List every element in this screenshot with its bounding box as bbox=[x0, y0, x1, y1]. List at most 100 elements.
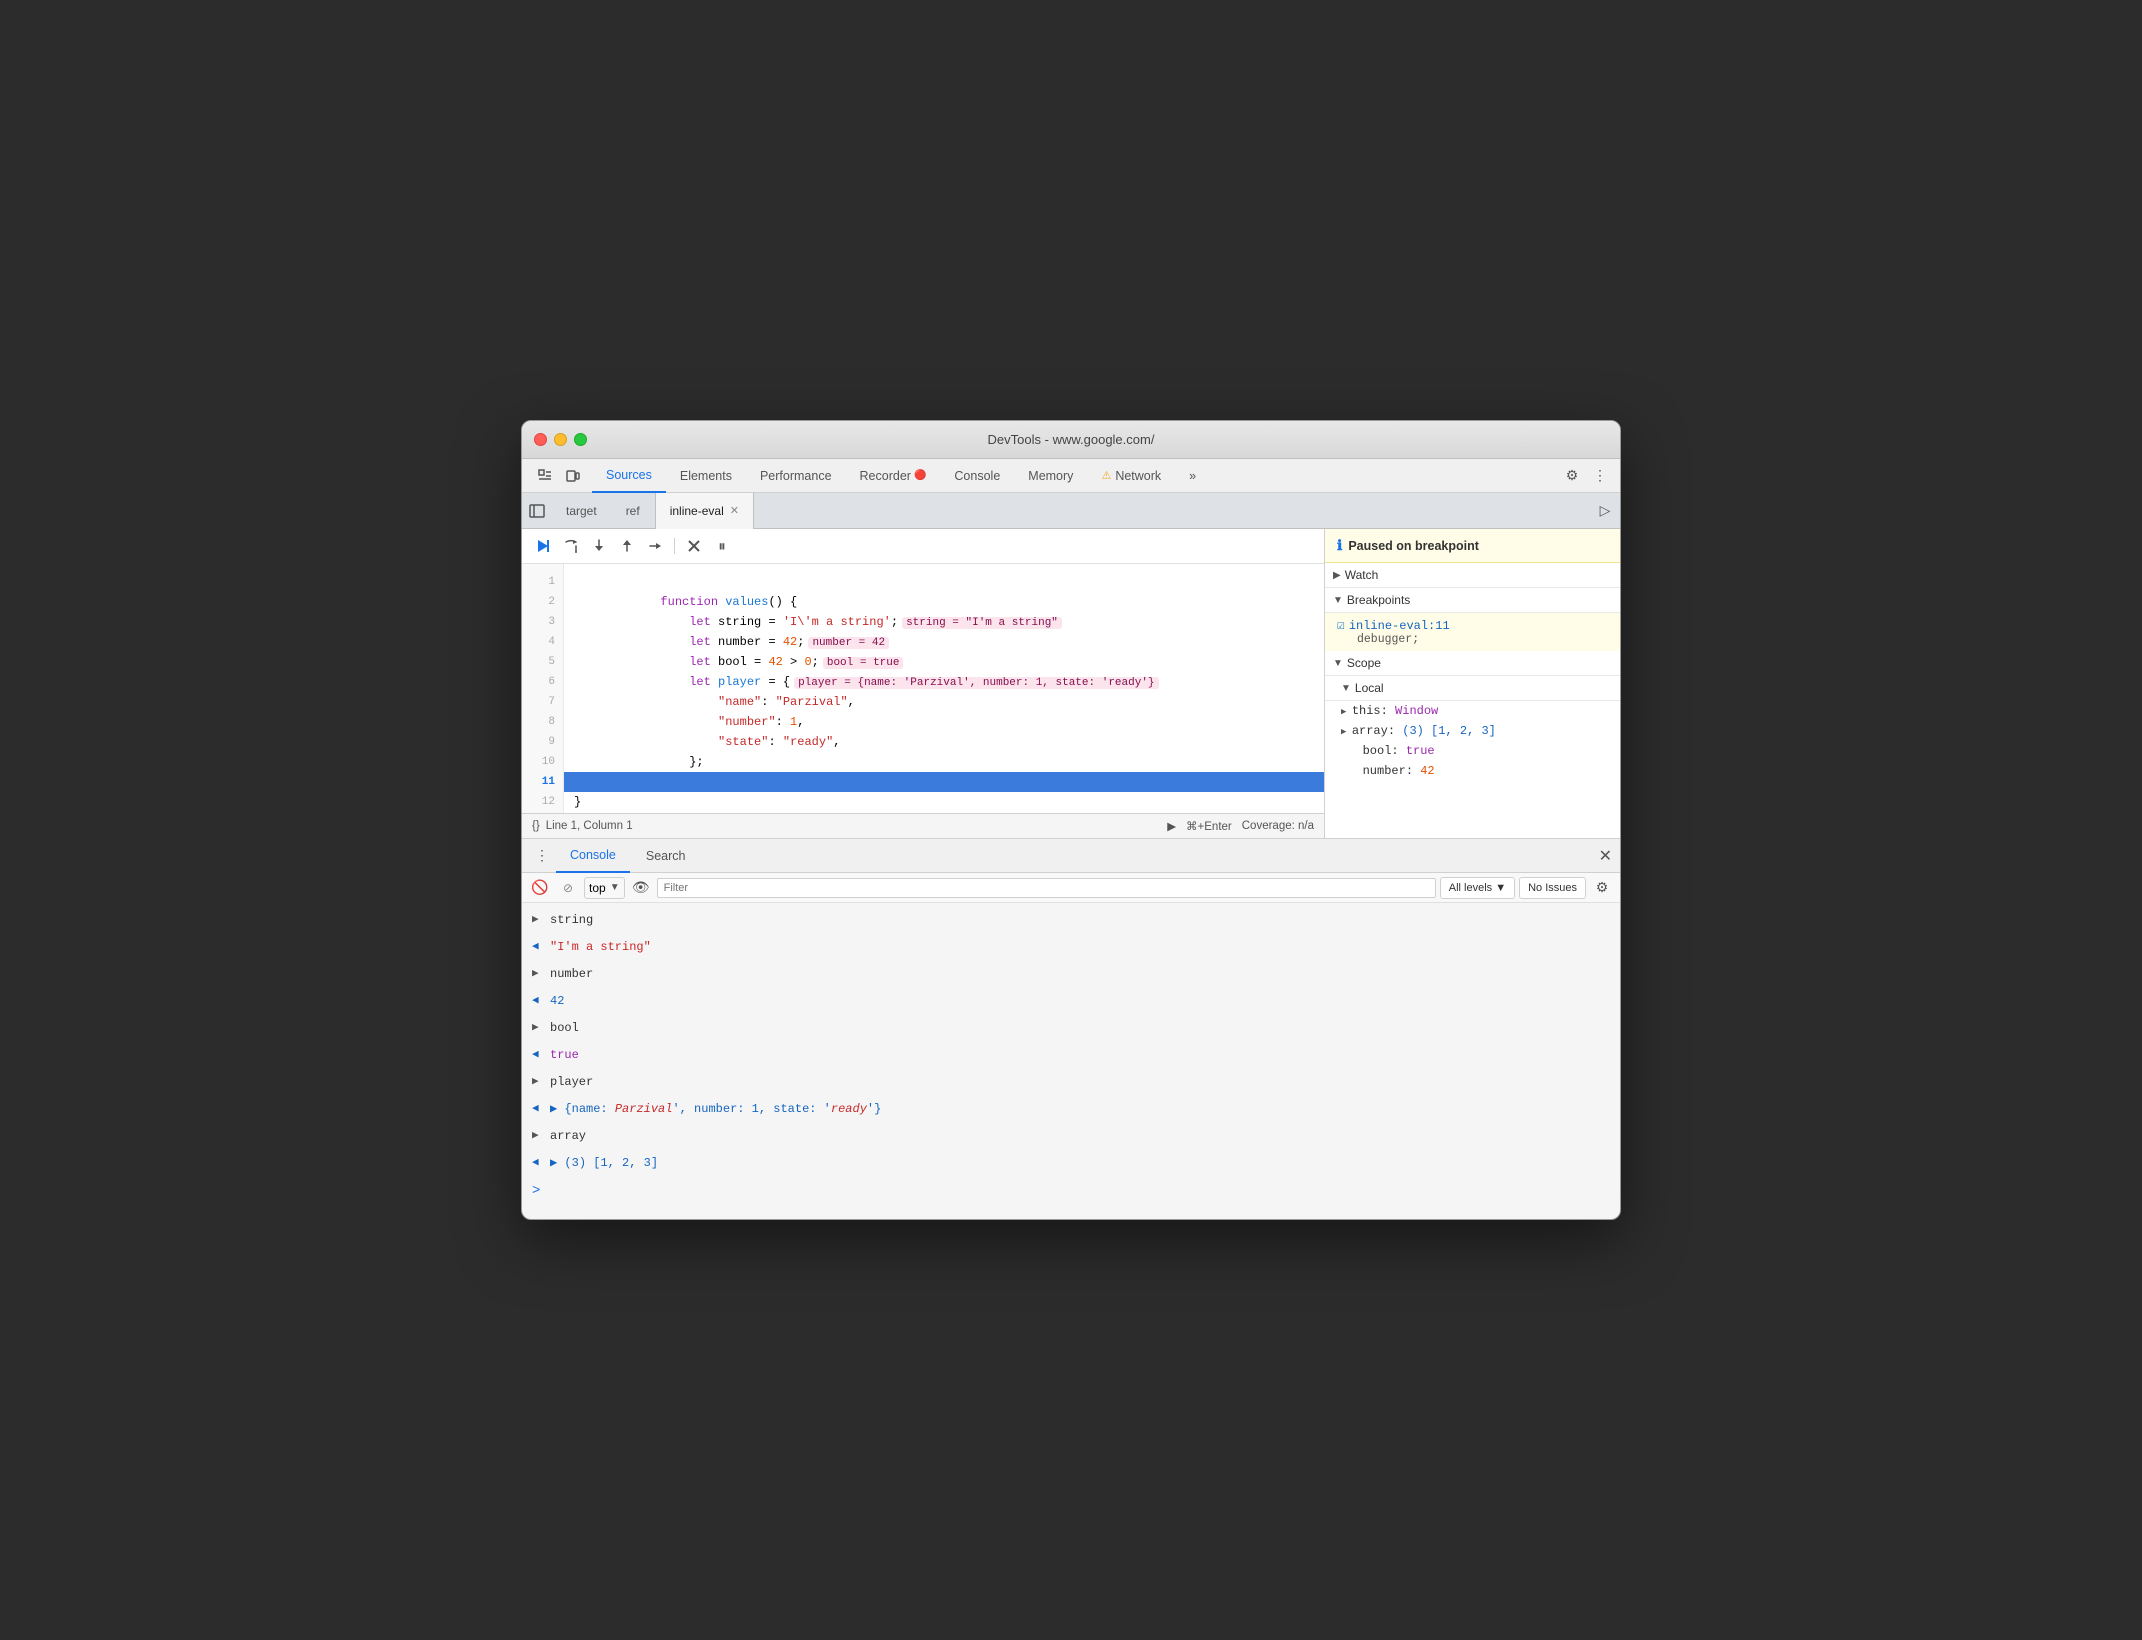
watch-section-header[interactable]: ▶ Watch bbox=[1325, 563, 1620, 588]
scope-label: Scope bbox=[1347, 656, 1381, 670]
breakpoints-section-header[interactable]: ▼ Breakpoints bbox=[1325, 588, 1620, 613]
step-over-button[interactable] bbox=[558, 533, 584, 559]
scope-arrow-icon: ▼ bbox=[1333, 658, 1343, 669]
scope-section-header[interactable]: ▼ Scope bbox=[1325, 651, 1620, 676]
no-issues-button[interactable]: No Issues bbox=[1519, 877, 1586, 899]
breakpoints-arrow-icon: ▼ bbox=[1333, 595, 1343, 606]
expand-player-icon[interactable]: ▶ bbox=[532, 1071, 544, 1093]
tab-recorder[interactable]: Recorder 🔴 bbox=[846, 459, 941, 493]
code-line-9: }; bbox=[564, 732, 1324, 752]
warn-icon: ⚠ bbox=[1101, 469, 1111, 482]
collapse-player-icon[interactable]: ◀ bbox=[532, 1098, 544, 1120]
tab-performance[interactable]: Performance bbox=[746, 459, 846, 493]
run-snippet-label: ▶ bbox=[1167, 819, 1176, 833]
main-content: ⏸ 1 2 3 4 5 6 7 8 9 10 11 12 13 14 bbox=[522, 529, 1620, 839]
tab-console[interactable]: Console bbox=[940, 459, 1014, 493]
minimize-button[interactable] bbox=[554, 433, 567, 446]
device-icon[interactable] bbox=[562, 465, 584, 487]
watch-arrow-icon: ▶ bbox=[1333, 570, 1341, 581]
expand-array-icon[interactable]: ▶ bbox=[532, 1125, 544, 1147]
scope-bool: bool: true bbox=[1325, 741, 1620, 761]
expand-string-icon[interactable]: ▶ bbox=[532, 909, 544, 931]
breakpoints-label: Breakpoints bbox=[1347, 593, 1410, 607]
code-line-5: let player = {player = {name: 'Parzival'… bbox=[564, 652, 1324, 672]
levels-arrow-icon: ▼ bbox=[1495, 882, 1506, 894]
source-tab-target[interactable]: target bbox=[552, 493, 612, 529]
context-label: top bbox=[589, 881, 606, 895]
run-shortcut: ⌘+Enter bbox=[1186, 819, 1232, 833]
tab-sources[interactable]: Sources bbox=[592, 459, 666, 493]
step-into-button[interactable] bbox=[586, 533, 612, 559]
array-expand-icon[interactable]: ▶ bbox=[1341, 727, 1352, 737]
console-entry-array-val: ◀ ▶ (3) [1, 2, 3] bbox=[522, 1150, 1620, 1177]
resume-button[interactable] bbox=[530, 533, 556, 559]
tab-more[interactable]: » bbox=[1175, 459, 1210, 493]
console-entry-bool-key: ▶ bool bbox=[522, 1015, 1620, 1042]
inspector-icon[interactable] bbox=[534, 465, 556, 487]
console-settings-icon[interactable]: ⚙ bbox=[1590, 876, 1614, 900]
console-toolbar: 🚫 ⊘ top ▼ 👁 All levels ▼ No Issues ⚙ bbox=[522, 873, 1620, 903]
toolbar-separator bbox=[674, 538, 675, 554]
collapse-string-icon[interactable]: ◀ bbox=[532, 936, 544, 958]
tab-memory[interactable]: Memory bbox=[1014, 459, 1087, 493]
source-tab-bar: target ref inline-eval ✕ ▷ bbox=[522, 493, 1620, 529]
cursor-position: Line 1, Column 1 bbox=[546, 820, 633, 832]
collapse-number-icon[interactable]: ◀ bbox=[532, 990, 544, 1012]
console-menu-icon[interactable]: ⋮ bbox=[530, 844, 554, 868]
line-numbers: 1 2 3 4 5 6 7 8 9 10 11 12 13 14 bbox=[522, 564, 564, 813]
scope-this: ▶ this: Window bbox=[1325, 701, 1620, 721]
step-button[interactable] bbox=[642, 533, 668, 559]
more-options-icon[interactable]: ⋮ bbox=[1588, 464, 1612, 488]
this-expand-icon[interactable]: ▶ bbox=[1341, 707, 1352, 717]
console-entry-bool-val: ◀ true bbox=[522, 1042, 1620, 1069]
add-tab-icon[interactable]: ▷ bbox=[1594, 500, 1616, 522]
console-tab-search[interactable]: Search bbox=[632, 839, 700, 873]
close-console-icon[interactable]: ✕ bbox=[1599, 846, 1612, 866]
close-button[interactable] bbox=[534, 433, 547, 446]
console-output: ▶ string ◀ "I'm a string" ▶ number ◀ 42 … bbox=[522, 903, 1620, 1219]
tab-network[interactable]: ⚠ Network bbox=[1087, 459, 1175, 493]
console-input-row: > bbox=[522, 1177, 1620, 1206]
traffic-lights bbox=[534, 433, 587, 446]
collapse-array-icon[interactable]: ◀ bbox=[532, 1152, 544, 1174]
local-label: Local bbox=[1355, 681, 1384, 695]
top-context-selector[interactable]: top ▼ bbox=[584, 877, 625, 899]
close-tab-icon[interactable]: ✕ bbox=[730, 504, 739, 517]
console-header: ⋮ Console Search ✕ bbox=[522, 839, 1620, 873]
source-tab-ref[interactable]: ref bbox=[612, 493, 655, 529]
step-out-button[interactable] bbox=[614, 533, 640, 559]
source-tab-inline-eval[interactable]: inline-eval ✕ bbox=[655, 493, 754, 529]
console-tab-console[interactable]: Console bbox=[556, 839, 630, 873]
local-section-header[interactable]: ▼ Local bbox=[1325, 676, 1620, 701]
main-nav: Sources Elements Performance Recorder 🔴 … bbox=[522, 459, 1620, 493]
tab-elements[interactable]: Elements bbox=[666, 459, 746, 493]
pause-on-exception-button[interactable]: ⏸ bbox=[709, 533, 735, 559]
maximize-button[interactable] bbox=[574, 433, 587, 446]
coverage-label: Coverage: n/a bbox=[1242, 820, 1314, 832]
code-lines: function values() { let string = 'I\'m a… bbox=[564, 564, 1324, 813]
collapse-bool-icon[interactable]: ◀ bbox=[532, 1044, 544, 1066]
settings-icon[interactable]: ⚙ bbox=[1560, 464, 1584, 488]
clear-console-icon[interactable]: 🚫 bbox=[528, 876, 552, 900]
curly-braces-icon[interactable]: {} bbox=[532, 820, 540, 832]
levels-dropdown[interactable]: All levels ▼ bbox=[1440, 877, 1515, 899]
expand-number-icon[interactable]: ▶ bbox=[532, 963, 544, 985]
breakpoint-checkbox[interactable]: ☑ bbox=[1337, 618, 1345, 633]
debug-toolbar: ⏸ bbox=[522, 529, 1324, 564]
console-entry-player-val: ◀ ▶ {name: Parzival', number: 1, state: … bbox=[522, 1096, 1620, 1123]
sidebar-toggle-icon[interactable] bbox=[526, 500, 548, 522]
scope-items: ▶ this: Window ▶ array: (3) [1, 2, 3] bo… bbox=[1325, 701, 1620, 781]
console-entry-player-key: ▶ player bbox=[522, 1069, 1620, 1096]
scope-array: ▶ array: (3) [1, 2, 3] bbox=[1325, 721, 1620, 741]
console-prompt-icon: > bbox=[532, 1180, 540, 1202]
deactivate-breakpoints-button[interactable] bbox=[681, 533, 707, 559]
status-bar: {} Line 1, Column 1 ▶ ⌘+Enter Coverage: … bbox=[522, 813, 1324, 838]
block-icon[interactable]: ⊘ bbox=[556, 876, 580, 900]
right-panel: ℹ Paused on breakpoint ▶ Watch ▼ Breakpo… bbox=[1325, 529, 1620, 838]
console-filter-input[interactable] bbox=[657, 878, 1436, 898]
eye-icon[interactable]: 👁 bbox=[629, 876, 653, 900]
code-line-3: let number = 42;number = 42 bbox=[564, 612, 1324, 632]
expand-bool-icon[interactable]: ▶ bbox=[532, 1017, 544, 1039]
breakpoint-item: ☑ inline-eval:11 debugger; bbox=[1325, 613, 1620, 651]
console-entry-string-key: ▶ string bbox=[522, 907, 1620, 934]
